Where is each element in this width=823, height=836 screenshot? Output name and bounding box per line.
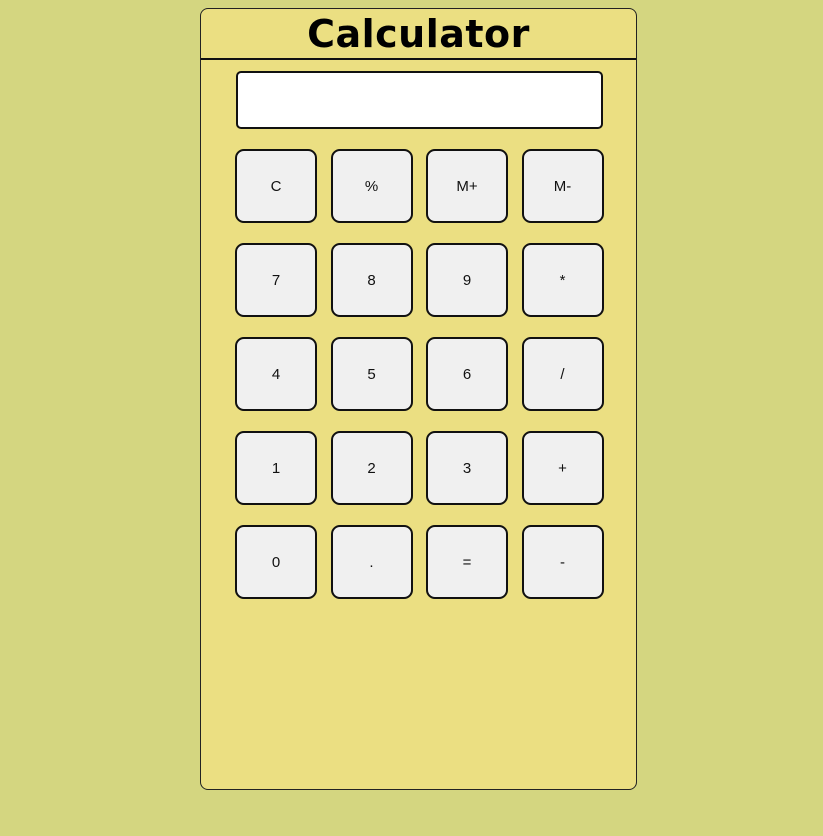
digit-2-button[interactable]: 2 bbox=[330, 431, 413, 505]
digit-3-button[interactable]: 3 bbox=[426, 431, 508, 505]
calculator: Calculator C% M+ M- 7 8 9 * 4 5 6/ 1 2 3 +0. = - bbox=[200, 8, 637, 790]
digit-4-button[interactable]: 4 bbox=[235, 337, 317, 411]
calculator-header: Calculator bbox=[201, 9, 636, 60]
memory-subtract-button[interactable]: M- bbox=[521, 149, 604, 223]
digit-5-button[interactable]: 5 bbox=[330, 337, 413, 411]
calculator-title: Calculator bbox=[307, 12, 530, 56]
keypad: C% M+ M- 7 8 9 * 4 5 6/ 1 2 3 +0. = - bbox=[235, 149, 604, 599]
digit-1-button[interactable]: 1 bbox=[235, 431, 317, 505]
subtract-button[interactable]: - bbox=[521, 525, 604, 599]
equals-button[interactable]: = bbox=[426, 525, 508, 599]
add-button[interactable]: + bbox=[521, 431, 604, 505]
divide-button[interactable]: / bbox=[521, 337, 604, 411]
digit-6-button[interactable]: 6 bbox=[426, 337, 508, 411]
digit-8-button[interactable]: 8 bbox=[330, 243, 413, 317]
display-field[interactable] bbox=[236, 71, 603, 129]
digit-9-button[interactable]: 9 bbox=[426, 243, 508, 317]
memory-add-button[interactable]: M+ bbox=[426, 149, 508, 223]
clear-button[interactable]: C bbox=[235, 149, 317, 223]
decimal-point-button[interactable]: . bbox=[330, 525, 413, 599]
digit-0-button[interactable]: 0 bbox=[235, 525, 317, 599]
percent-button[interactable]: % bbox=[330, 149, 413, 223]
digit-7-button[interactable]: 7 bbox=[235, 243, 317, 317]
multiply-button[interactable]: * bbox=[521, 243, 604, 317]
